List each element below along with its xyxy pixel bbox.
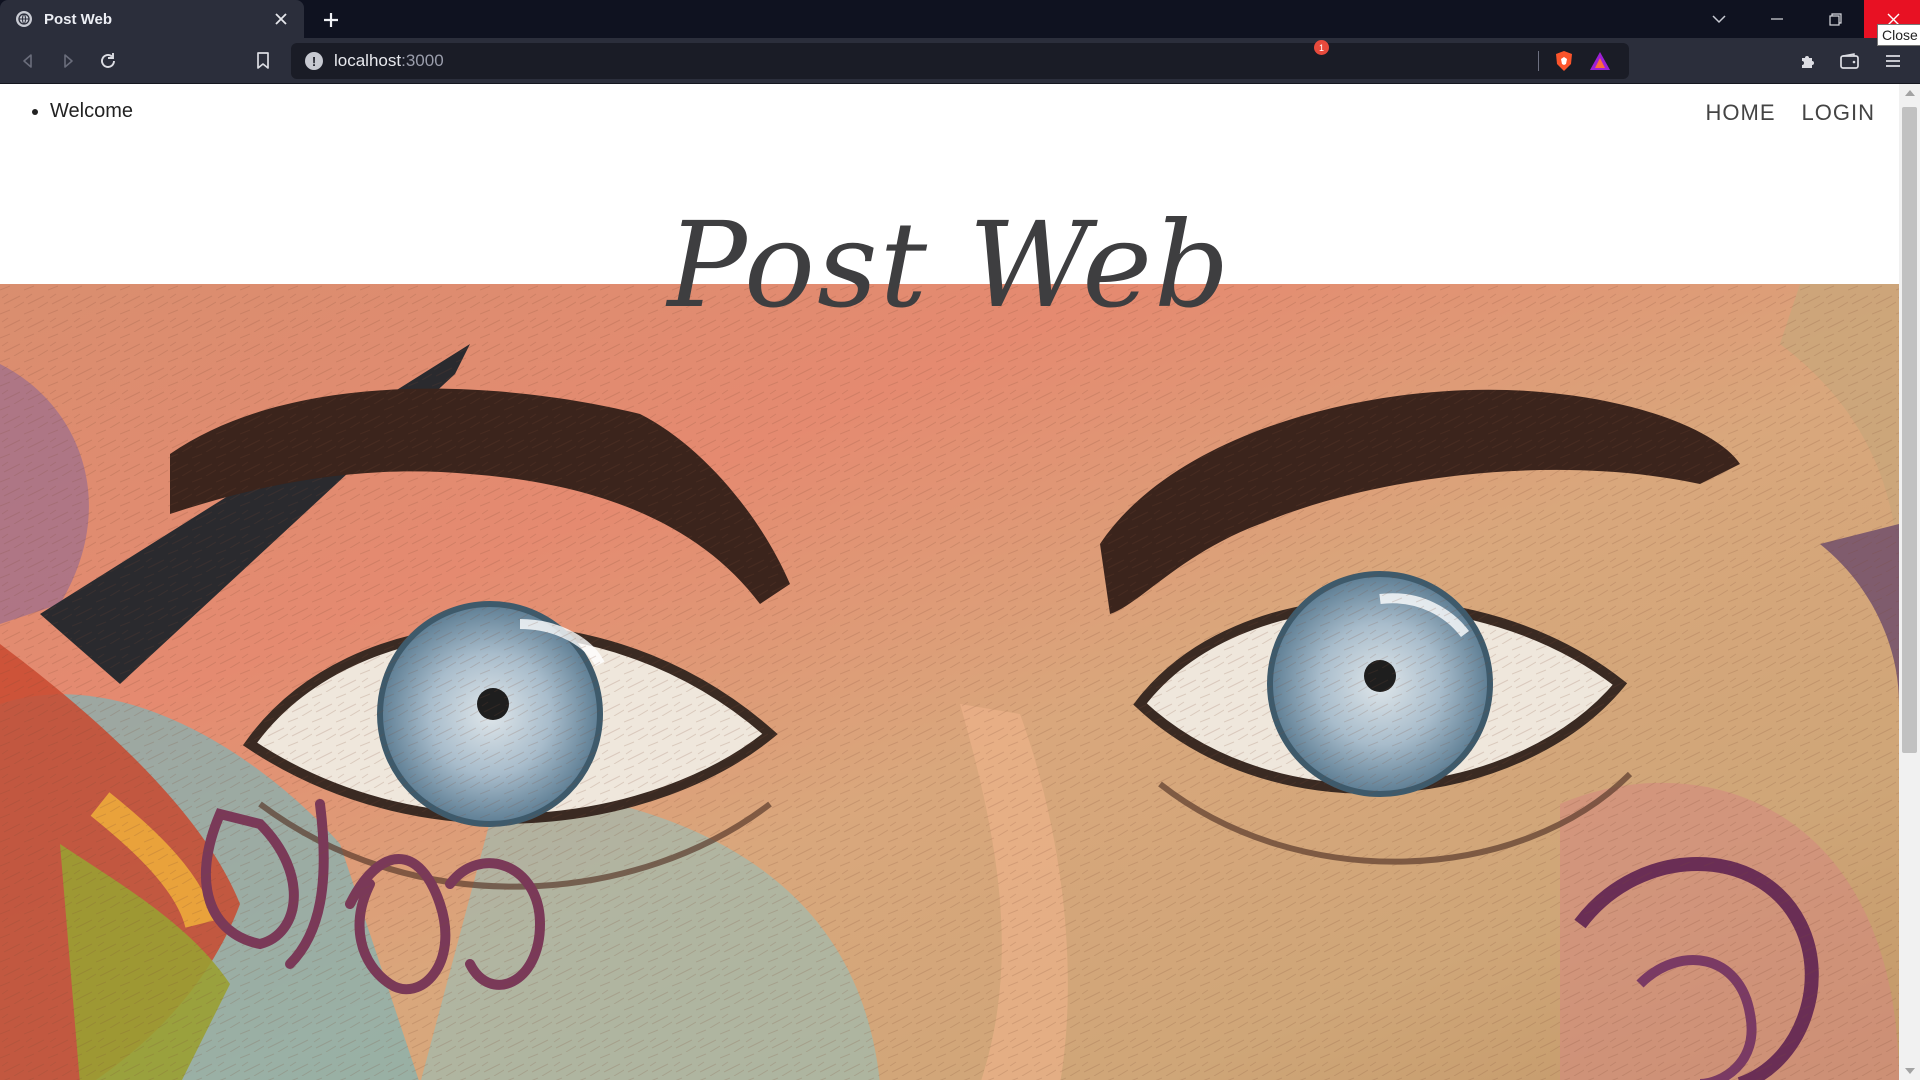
url-port: :3000 (401, 51, 444, 70)
back-arrow-icon[interactable] (14, 47, 42, 75)
globe-icon (16, 11, 32, 27)
page-viewport: Welcome HOME LOGIN (0, 84, 1899, 1080)
reload-icon[interactable] (94, 47, 122, 75)
restore-icon[interactable] (1806, 0, 1864, 38)
tab-strip: Post Web (0, 0, 1920, 38)
tab-post-web[interactable]: Post Web (0, 0, 304, 38)
scrollbar-thumb[interactable] (1902, 107, 1917, 753)
tab-title: Post Web (44, 10, 113, 28)
tab-close-icon[interactable] (270, 8, 292, 30)
rewards-triangle-icon[interactable] (1588, 50, 1612, 72)
browser-toolbar: ! localhost:3000 1 (0, 38, 1920, 84)
wallet-icon[interactable] (1836, 47, 1864, 75)
page-scrollbar[interactable] (1899, 84, 1920, 1080)
tab-search-chevron-icon[interactable] (1690, 0, 1748, 38)
url-host: localhost (334, 51, 402, 70)
close-tooltip: Close (1877, 24, 1920, 46)
nav-left-list: Welcome (30, 100, 133, 123)
new-tab-plus-icon[interactable] (318, 7, 344, 33)
brave-shield-icon[interactable] (1553, 50, 1575, 72)
site-title: Post Web (667, 196, 1232, 334)
bookmark-icon[interactable] (249, 47, 277, 75)
nav-right: HOME LOGIN (1706, 100, 1875, 126)
puzzle-icon[interactable] (1794, 47, 1822, 75)
url-text[interactable]: localhost:3000 (334, 51, 444, 71)
nav-login-link[interactable]: LOGIN (1802, 100, 1875, 126)
scroll-down-arrow-icon[interactable] (1905, 1068, 1915, 1074)
graffiti-eyes-illustration (0, 284, 1899, 1080)
info-icon[interactable]: ! (305, 52, 323, 70)
omnibox-divider (1538, 51, 1539, 71)
minimize-icon[interactable] (1748, 0, 1806, 38)
nav-home-link[interactable]: HOME (1706, 100, 1776, 126)
address-bar[interactable]: ! localhost:3000 (291, 43, 1629, 79)
nav-welcome[interactable]: Welcome (50, 100, 133, 123)
forward-arrow-icon[interactable] (54, 47, 82, 75)
scroll-up-arrow-icon[interactable] (1905, 90, 1915, 96)
hamburger-menu-icon[interactable] (1879, 47, 1907, 75)
rewards-badge: 1 (1314, 40, 1329, 55)
hero-graffiti-image (0, 284, 1899, 1080)
